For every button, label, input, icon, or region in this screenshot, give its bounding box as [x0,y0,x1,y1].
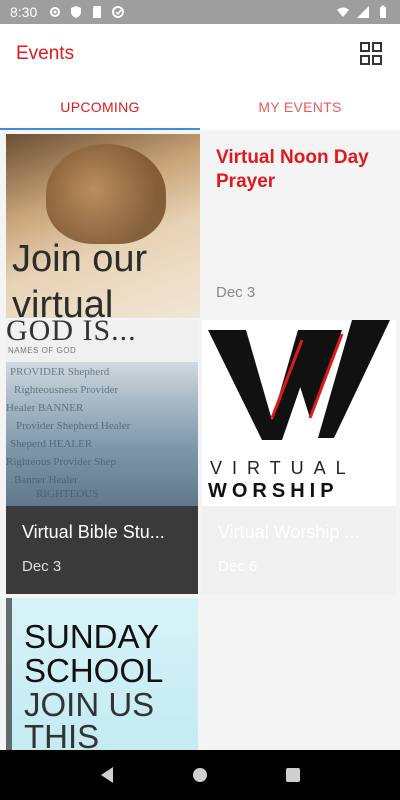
event-image: VIRTUAL WORSHIP [202,320,396,506]
events-grid: Join our virtual Virtual Noon Day Prayer… [0,130,400,750]
event-image-text: SUNDAY [24,618,160,655]
names-pattern: PROVIDER Shepherd Righteousness Provider… [6,366,131,500]
wifi-icon [337,7,349,17]
signal-icon [357,6,369,18]
tab-upcoming[interactable]: UPCOMING [0,84,200,130]
home-icon [192,768,207,782]
system-nav-bar [0,750,400,800]
event-card[interactable]: Join our virtual [6,134,200,318]
worship-logo [208,320,390,440]
data-saver-icon [112,6,125,18]
event-date: Dec 6 [218,558,258,575]
event-image-text: Join our virtual [12,238,148,318]
app-bar: Events [0,24,400,84]
event-date: Dec 3 [22,558,62,575]
back-icon [100,767,113,783]
page-title: Events [16,43,75,64]
grid-cell [372,55,382,65]
recents-icon [286,768,301,782]
shield-icon [71,6,82,18]
event-image-text: VIRTUAL [210,458,356,478]
event-image: Join our virtual [6,134,200,318]
tab-my-events[interactable]: MY EVENTS [200,84,400,130]
home-button[interactable] [190,765,210,785]
event-card[interactable]: VIRTUAL WORSHIP Virtual Worship ... Dec … [202,320,396,594]
grid-view-icon[interactable] [360,42,384,66]
event-card[interactable]: SUNDAY SCHOOL JOIN US THIS WEEK [6,598,198,750]
status-bar: 8:30 [0,0,400,24]
grid-cell [372,42,382,52]
event-image-text: JOIN US [24,686,155,723]
grid-cell [360,55,370,65]
event-date: Dec 3 [216,284,256,301]
event-title: Virtual Worship ... [218,522,360,542]
event-image-subtext: WORSHIP [208,480,339,502]
event-image: GOD IS... NAMES OF GOD PROVIDER Shepherd… [6,320,198,506]
back-button[interactable] [97,765,117,785]
status-time: 8:30 [10,4,38,20]
sd-card-icon [93,6,102,18]
praying-hands-image [46,144,166,244]
event-image-text: THIS WEEK [24,718,100,751]
settings-icon [50,7,61,17]
recents-button[interactable] [283,765,303,785]
tab-bar: UPCOMING MY EVENTS [0,84,400,130]
battery-icon [380,5,386,18]
event-card[interactable]: GOD IS... NAMES OF GOD PROVIDER Shepherd… [6,320,198,594]
event-image-subtext: NAMES OF GOD [8,346,77,355]
event-title: Virtual Bible Stu... [22,522,165,542]
grid-cell [360,42,370,52]
event-image-text: GOD IS... [6,320,137,347]
event-title[interactable]: Virtual Noon Day Prayer [216,146,386,194]
event-image-text: SCHOOL [24,652,164,689]
